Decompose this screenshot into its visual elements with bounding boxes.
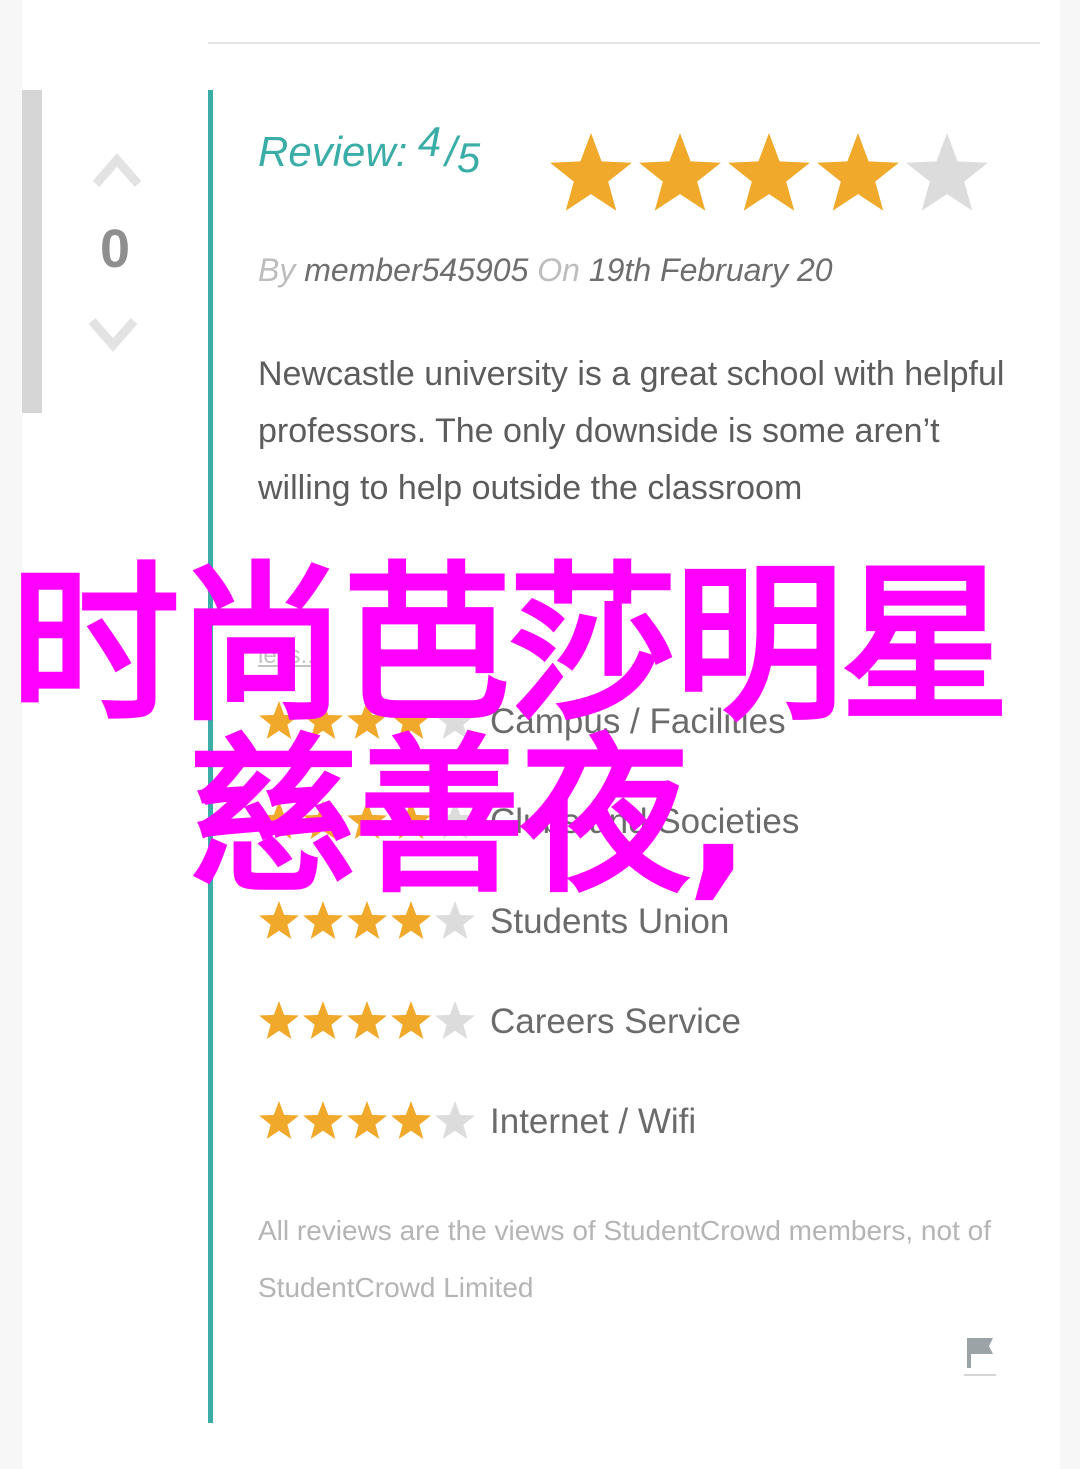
overlay-line-2: 慈善夜, bbox=[188, 719, 751, 917]
review-date: 19th February 20 bbox=[588, 252, 833, 288]
overlay-line-1: 时尚芭莎明星 bbox=[10, 547, 1010, 745]
star-filled-icon bbox=[259, 1101, 299, 1139]
downvote-icon[interactable] bbox=[88, 315, 138, 355]
review-author[interactable]: member545905 bbox=[304, 252, 528, 288]
star-filled-icon bbox=[817, 133, 899, 211]
top-divider bbox=[208, 42, 1040, 44]
by-label: By bbox=[258, 252, 296, 288]
star-filled-icon bbox=[303, 1101, 343, 1139]
rating-label: Internet / Wifi bbox=[490, 1102, 697, 1141]
rating-stars bbox=[259, 1101, 475, 1139]
star-filled-icon bbox=[550, 133, 632, 211]
star-filled-icon bbox=[391, 1001, 431, 1039]
star-filled-icon bbox=[259, 1001, 299, 1039]
star-filled-icon bbox=[347, 1101, 387, 1139]
star-filled-icon bbox=[728, 133, 810, 211]
review-out-of: 5 bbox=[456, 134, 481, 181]
star-filled-icon bbox=[347, 1001, 387, 1039]
on-label: On bbox=[537, 252, 580, 288]
star-empty-icon bbox=[435, 1001, 475, 1039]
review-score-title: Review: 4/5 bbox=[258, 118, 480, 181]
disclaimer: All reviews are the views of StudentCrow… bbox=[258, 1215, 991, 1303]
overall-star-rating bbox=[550, 133, 988, 211]
review-score: 4 bbox=[417, 118, 442, 165]
star-filled-icon bbox=[303, 1001, 343, 1039]
review-slash: / bbox=[445, 128, 457, 175]
rating-stars bbox=[259, 1001, 475, 1039]
upvote-icon[interactable] bbox=[92, 150, 142, 190]
vote-count: 0 bbox=[99, 219, 131, 279]
star-filled-icon bbox=[639, 133, 721, 211]
review-body: Newcastle university is a great school w… bbox=[258, 355, 1005, 507]
flag-icon[interactable] bbox=[962, 1334, 998, 1378]
star-empty-icon bbox=[435, 1101, 475, 1139]
watermark-overlay-text: 时尚芭莎明星 慈善夜, bbox=[10, 560, 1075, 904]
review-label: Review: bbox=[258, 128, 408, 175]
review-meta: By member545905 On 19th February 20 bbox=[258, 252, 833, 289]
vote-bar bbox=[22, 90, 42, 413]
rating-label: Careers Service bbox=[490, 1002, 741, 1041]
star-empty-icon bbox=[906, 133, 988, 211]
star-filled-icon bbox=[391, 1101, 431, 1139]
